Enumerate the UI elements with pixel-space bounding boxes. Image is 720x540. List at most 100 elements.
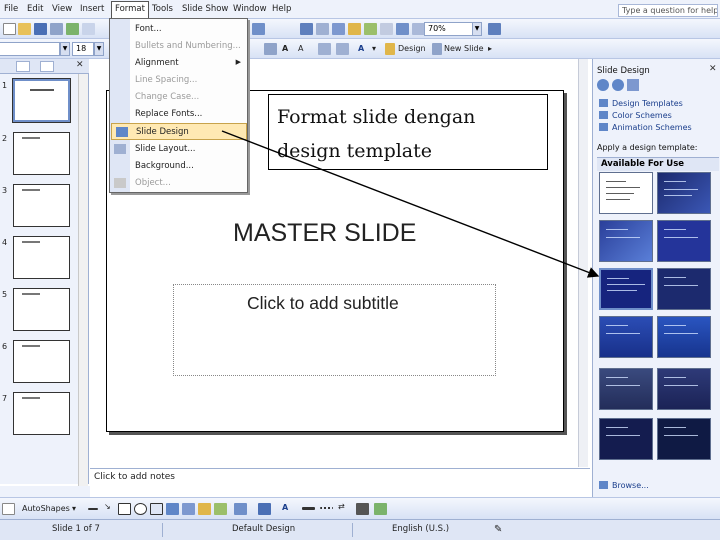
menu-file[interactable]: File — [4, 4, 18, 14]
design-template-thumb[interactable] — [657, 220, 711, 262]
notes-pane[interactable]: Click to add notes — [90, 468, 590, 486]
menu-item-change-case[interactable]: Change Case... — [131, 89, 247, 106]
slide-thumb-row[interactable]: 5 — [0, 288, 89, 336]
design-template-thumb[interactable] — [657, 316, 711, 358]
subtitle-placeholder-box[interactable]: Click to add subtitle — [173, 284, 496, 376]
shadow-style-icon[interactable] — [356, 503, 369, 515]
rectangle-icon[interactable] — [118, 503, 131, 515]
slide-thumbnail[interactable] — [13, 236, 70, 279]
line-color-icon[interactable] — [258, 503, 271, 515]
slide-thumbnail[interactable] — [13, 340, 70, 383]
menu-edit[interactable]: Edit — [27, 4, 43, 14]
insert-diagram-icon[interactable] — [348, 23, 361, 35]
undo-icon[interactable] — [252, 23, 265, 35]
slide-thumb-row[interactable]: 1 — [0, 78, 89, 127]
wordart-icon[interactable] — [166, 503, 179, 515]
design-template-thumb[interactable] — [657, 172, 711, 214]
design-template-thumb[interactable] — [657, 418, 711, 460]
font-name-dropdown[interactable]: ▼ — [60, 42, 70, 56]
select-objects-icon[interactable] — [2, 503, 15, 515]
slide-thumbnail[interactable] — [13, 132, 70, 175]
slide-thumb-row[interactable]: 4 — [0, 236, 89, 284]
new-slide-button[interactable]: New Slide — [444, 44, 484, 53]
increase-font-icon[interactable]: A — [282, 44, 288, 53]
slide-thumb-row[interactable]: 6 — [0, 340, 89, 388]
animation-schemes-link[interactable]: Animation Schemes — [599, 123, 692, 132]
font-name-box[interactable] — [0, 42, 60, 56]
slide-thumb-row[interactable]: 7 — [0, 392, 89, 440]
arrow-style-icon[interactable]: ⇄ — [338, 502, 345, 511]
outline-tab[interactable] — [16, 61, 30, 72]
text-box-icon[interactable] — [150, 503, 163, 515]
line-style-icon[interactable] — [302, 507, 315, 510]
align-right-icon[interactable] — [264, 43, 277, 55]
insert-table-icon[interactable] — [316, 23, 329, 35]
menu-item-slide-layout[interactable]: Slide Layout... — [114, 141, 247, 158]
design-template-thumb[interactable] — [599, 220, 653, 262]
view-buttons[interactable] — [0, 486, 90, 497]
save-icon[interactable] — [34, 23, 47, 35]
fill-color-icon[interactable] — [234, 503, 247, 515]
new-icon[interactable] — [3, 23, 16, 35]
design-template-thumb[interactable] — [657, 268, 711, 310]
increase-indent-icon[interactable] — [336, 43, 349, 55]
3d-style-icon[interactable] — [374, 503, 387, 515]
slide-scrollbar[interactable] — [578, 59, 588, 467]
menu-item-background[interactable]: Background... — [131, 158, 247, 175]
menu-format[interactable]: Format — [111, 1, 149, 18]
home-icon[interactable] — [627, 79, 639, 91]
menu-slide-show[interactable]: Slide Show — [182, 4, 228, 14]
slide-title[interactable]: MASTER SLIDE — [233, 219, 416, 248]
decrease-indent-icon[interactable] — [318, 43, 331, 55]
zoom-dropdown[interactable]: ▼ — [472, 22, 482, 36]
font-size-dropdown[interactable]: ▼ — [94, 42, 104, 56]
arrow-icon[interactable]: ↘ — [104, 502, 111, 511]
close-icon[interactable]: ✕ — [76, 60, 84, 70]
toolbar-options-icon[interactable]: ▸ — [488, 44, 492, 53]
decrease-font-icon[interactable]: A — [298, 44, 303, 53]
slide-thumbnail[interactable] — [13, 288, 70, 331]
slide-thumbnail[interactable] — [13, 392, 70, 435]
design-template-thumb[interactable] — [657, 368, 711, 410]
browse-link[interactable]: Browse... — [599, 481, 649, 490]
autoshapes-menu[interactable]: AutoShapes — [22, 504, 70, 513]
oval-icon[interactable] — [134, 503, 147, 515]
menu-tools[interactable]: Tools — [152, 4, 173, 14]
menu-help[interactable]: Help — [272, 4, 291, 14]
back-icon[interactable] — [597, 79, 609, 91]
help-search-box[interactable]: Type a question for help — [618, 4, 718, 17]
line-icon[interactable] — [88, 508, 98, 510]
spelling-status-icon[interactable]: ✎ — [494, 524, 502, 535]
slide-thumbnail[interactable] — [13, 184, 70, 227]
design-templates-link[interactable]: Design Templates — [599, 99, 683, 108]
picture-icon[interactable] — [214, 503, 227, 515]
font-color-icon[interactable]: A — [358, 44, 364, 53]
design-template-thumb[interactable] — [599, 418, 653, 460]
color-schemes-link[interactable]: Color Schemes — [599, 111, 672, 120]
task-pane-close-icon[interactable]: ✕ — [709, 64, 717, 74]
insert-chart-icon[interactable] — [300, 23, 313, 35]
menu-item-line-spacing[interactable]: Line Spacing... — [131, 72, 247, 89]
permission-icon[interactable] — [50, 23, 63, 35]
font-size-box[interactable]: 18 — [72, 42, 94, 56]
slides-tab[interactable] — [40, 61, 54, 72]
tables-borders-icon[interactable] — [332, 23, 345, 35]
diagram-icon[interactable] — [182, 503, 195, 515]
slide-thumb-row[interactable]: 3 — [0, 184, 89, 232]
font-color-draw-icon[interactable]: A — [282, 503, 288, 512]
task-pane-title[interactable]: Slide Design — [597, 66, 650, 76]
dash-style-icon[interactable] — [320, 507, 333, 509]
show-formatting-icon[interactable] — [380, 23, 393, 35]
autoshapes-dropdown-icon[interactable]: ▾ — [72, 504, 76, 513]
grid-icon[interactable] — [396, 23, 409, 35]
menu-insert[interactable]: Insert — [80, 4, 104, 14]
design-template-thumb[interactable] — [599, 368, 653, 410]
print-icon[interactable] — [66, 23, 79, 35]
menu-item-replace-fonts[interactable]: Replace Fonts... — [131, 106, 247, 123]
menu-view[interactable]: View — [52, 4, 72, 14]
open-icon[interactable] — [18, 23, 31, 35]
expand-all-icon[interactable] — [364, 23, 377, 35]
design-template-thumb[interactable] — [599, 316, 653, 358]
forward-icon[interactable] — [612, 79, 624, 91]
slide-thumbnail[interactable] — [12, 78, 71, 123]
